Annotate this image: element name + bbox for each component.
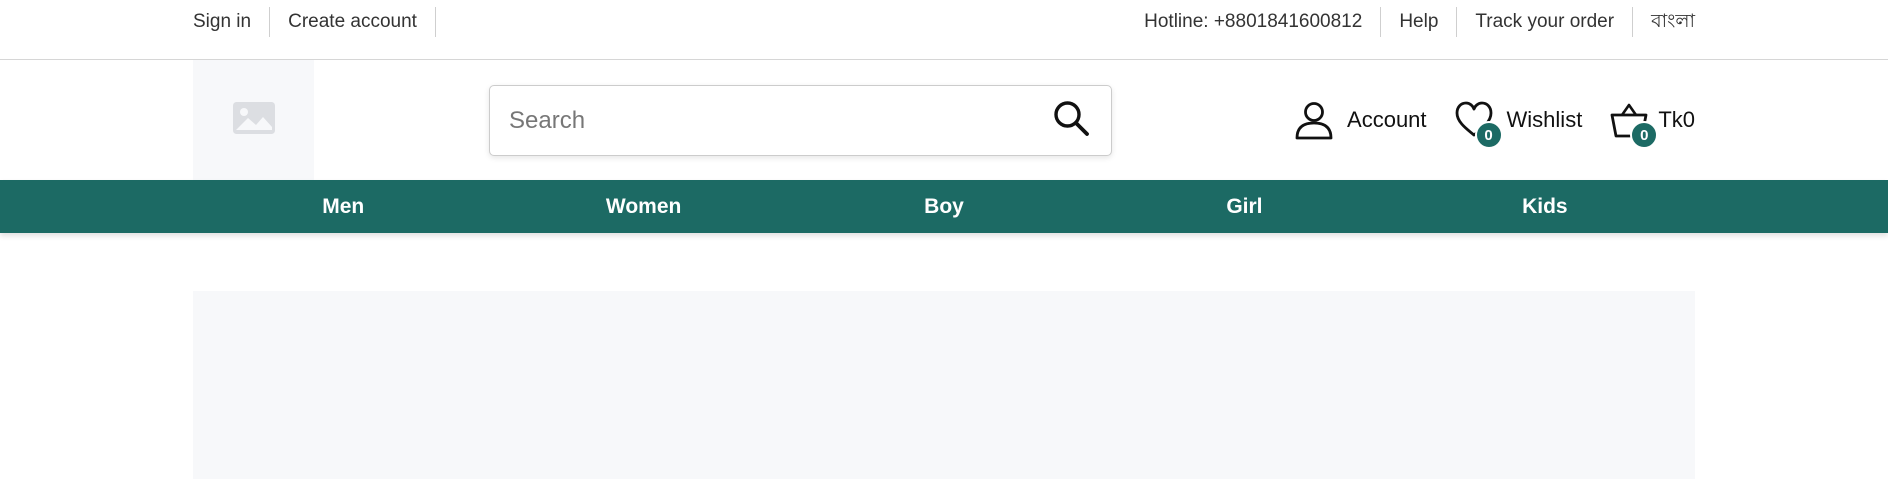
- category-nav-inner: Men Women Boy Girl Kids: [193, 180, 1695, 233]
- basket-icon: 0: [1608, 99, 1659, 149]
- search-input[interactable]: [490, 86, 1031, 155]
- auth-links: Sign in Create account: [193, 7, 436, 37]
- account-label: Account: [1347, 107, 1427, 132]
- heart-icon: 0: [1453, 99, 1503, 149]
- wishlist-button[interactable]: 0 Wishlist: [1453, 99, 1583, 149]
- sign-in-link[interactable]: Sign in: [193, 7, 271, 37]
- cart-total: Tk0: [1658, 107, 1695, 132]
- create-account-link[interactable]: Create account: [270, 7, 436, 37]
- hero-banner-placeholder: [193, 291, 1695, 479]
- user-icon: [1293, 99, 1335, 141]
- category-nav: Men Women Boy Girl Kids: [0, 180, 1888, 233]
- search-button[interactable]: [1031, 86, 1111, 155]
- cart-button[interactable]: 0 Tk0: [1608, 99, 1695, 149]
- nav-item-boy[interactable]: Boy: [794, 180, 1094, 233]
- top-utility-bar-inner: Sign in Create account Hotline: +8801841…: [193, 0, 1695, 44]
- track-order-link[interactable]: Track your order: [1457, 7, 1634, 37]
- support-links: Hotline: +8801841600812 Help Track your …: [1126, 7, 1695, 37]
- top-utility-bar: Sign in Create account Hotline: +8801841…: [0, 0, 1888, 60]
- search-icon: [1052, 99, 1090, 142]
- nav-item-girl[interactable]: Girl: [1094, 180, 1394, 233]
- image-placeholder-icon: [232, 101, 276, 140]
- cart-count-badge: 0: [1630, 121, 1659, 149]
- nav-item-men[interactable]: Men: [193, 180, 493, 233]
- nav-item-kids[interactable]: Kids: [1395, 180, 1695, 233]
- wishlist-count-badge: 0: [1474, 121, 1503, 149]
- account-button[interactable]: Account: [1293, 99, 1427, 141]
- hotline-link[interactable]: Hotline: +8801841600812: [1126, 7, 1382, 37]
- search-bar: [489, 85, 1112, 156]
- header-actions: Account 0 Wishlist 0 Tk0: [1267, 60, 1695, 180]
- wishlist-label: Wishlist: [1506, 107, 1583, 132]
- nav-item-women[interactable]: Women: [493, 180, 793, 233]
- main-header: Account 0 Wishlist 0 Tk0: [0, 60, 1888, 180]
- site-logo[interactable]: [193, 60, 314, 180]
- language-switch-link[interactable]: বাংলা: [1633, 7, 1695, 37]
- help-link[interactable]: Help: [1381, 7, 1458, 37]
